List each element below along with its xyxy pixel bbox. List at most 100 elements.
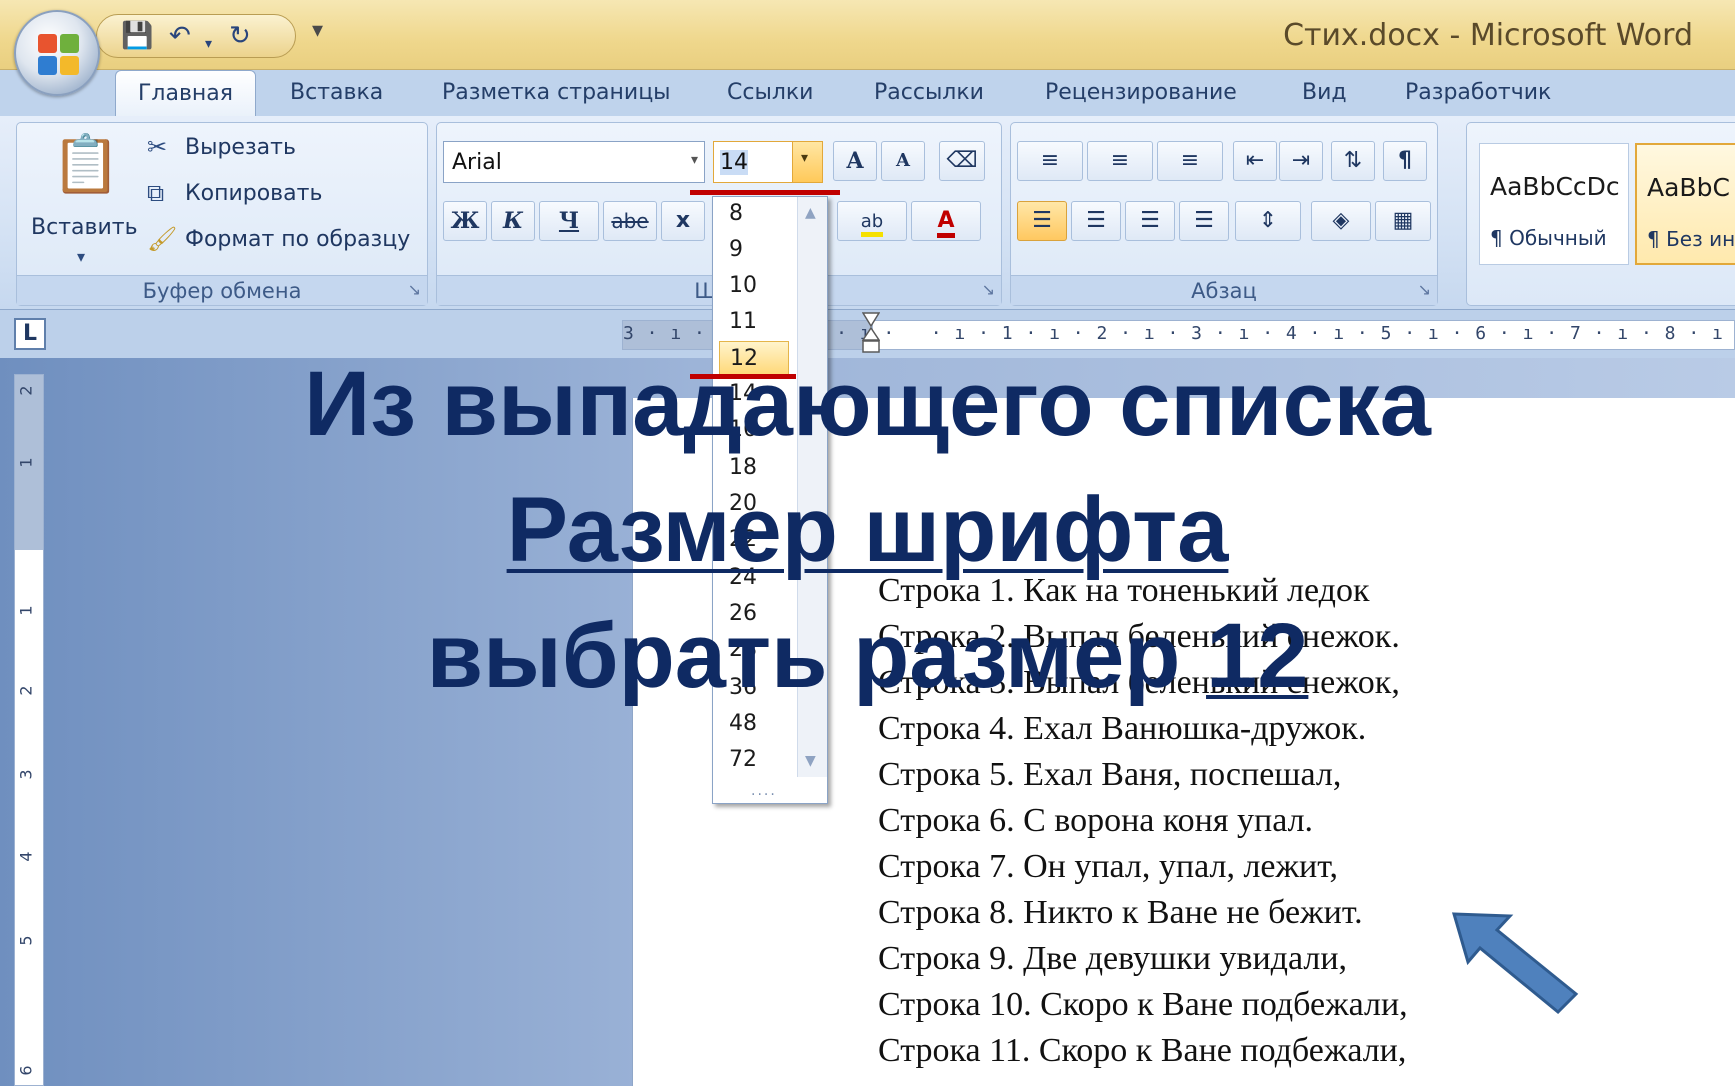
- justify-button[interactable]: ☰: [1179, 201, 1229, 241]
- increase-indent-button[interactable]: ⇥: [1279, 141, 1323, 181]
- cut-button[interactable]: Вырезать: [185, 135, 296, 160]
- font-size-option[interactable]: 48: [719, 707, 789, 741]
- doc-line: Строка 7. Он упал, упал, лежит,: [878, 848, 1338, 885]
- instruction-line-1: Из выпадающего списка: [304, 353, 1431, 455]
- dropdown-resize-grip[interactable]: ....: [751, 783, 777, 799]
- doc-line: Строка 4. Ехал Ванюшка-дружок.: [878, 710, 1367, 747]
- subscript-button[interactable]: x: [661, 201, 705, 241]
- doc-line: Строка 6. С ворона коня упал.: [878, 802, 1314, 839]
- font-size-option[interactable]: 72: [719, 743, 789, 777]
- shading-icon: ◈: [1332, 208, 1350, 233]
- font-color-icon: A: [937, 208, 955, 238]
- window-title: Стих.docx - Microsoft Word: [1283, 18, 1693, 53]
- font-size-option[interactable]: 11: [719, 305, 789, 339]
- vertical-ruler-mark: 4: [16, 851, 36, 862]
- copy-button[interactable]: Копировать: [185, 181, 322, 206]
- customize-icon[interactable]: ▾: [312, 18, 323, 43]
- chevron-up-icon[interactable]: ▲: [805, 205, 816, 221]
- shading-button[interactable]: ◈: [1311, 201, 1371, 241]
- align-center-icon: ☰: [1086, 208, 1106, 233]
- multilevel-list-button[interactable]: ≡: [1157, 141, 1223, 181]
- bullets-button[interactable]: ≡: [1017, 141, 1083, 181]
- highlight-icon: ab: [860, 211, 884, 237]
- instruction-line-3: выбрать размер 12: [0, 604, 1735, 709]
- borders-button[interactable]: ▦: [1375, 201, 1431, 241]
- font-launcher-icon[interactable]: ↘: [982, 280, 995, 299]
- paste-button[interactable]: Вставить: [31, 215, 138, 240]
- tab-selector-button[interactable]: L: [14, 318, 46, 350]
- font-color-button[interactable]: A: [911, 201, 981, 241]
- save-icon[interactable]: 💾: [121, 21, 153, 51]
- tab-page-layout[interactable]: Разметка страницы: [442, 80, 671, 105]
- instruction-line-3-prefix: выбрать размер: [426, 605, 1207, 707]
- tab-home[interactable]: Главная: [115, 70, 257, 120]
- strikethrough-button[interactable]: abe: [603, 201, 657, 241]
- vertical-ruler-mark: 3: [16, 769, 36, 780]
- shrink-font-button[interactable]: A: [881, 141, 925, 181]
- font-size-dropdown-button[interactable]: ▾: [792, 142, 822, 182]
- tab-view[interactable]: Вид: [1302, 80, 1347, 105]
- bullets-icon: ≡: [1040, 148, 1060, 173]
- style-no-spacing-preview: AaBbC: [1647, 173, 1730, 202]
- style-normal[interactable]: AaBbCcDc ¶ Обычный: [1479, 143, 1629, 265]
- title-bar: 💾 ↶ ▾ ↻ ▾ Стих.docx - Microsoft Word: [0, 0, 1735, 70]
- line-spacing-button[interactable]: ⇕: [1235, 201, 1301, 241]
- bold-button[interactable]: Ж: [443, 201, 487, 241]
- red-underline-size-field: [690, 190, 840, 195]
- chevron-down-icon: ▾: [801, 150, 809, 166]
- chevron-down-icon[interactable]: ▼: [805, 753, 816, 769]
- sort-button[interactable]: ⇅: [1331, 141, 1375, 181]
- instruction-line-2: Размер шрифта: [0, 478, 1735, 583]
- numbering-button[interactable]: ≡: [1087, 141, 1153, 181]
- font-size-option[interactable]: 9: [719, 233, 789, 267]
- format-painter-icon: 🖌: [147, 225, 178, 253]
- highlight-button[interactable]: ab: [837, 201, 907, 241]
- font-size-combo[interactable]: 14 ▾: [713, 141, 823, 183]
- paragraph-launcher-icon[interactable]: ↘: [1418, 280, 1431, 299]
- quick-access-toolbar: 💾 ↶ ▾ ↻: [96, 14, 296, 58]
- undo-dropdown-icon[interactable]: ▾: [205, 29, 212, 59]
- paragraph-group: ≡ ≡ ≡ ⇤ ⇥ ⇅ ¶ ☰ ☰ ☰ ☰ ⇕ ◈ ▦ Абзац ↘: [1010, 122, 1438, 306]
- font-name-dropdown-icon[interactable]: ▾: [691, 152, 698, 168]
- copy-icon: ⧉: [147, 179, 165, 207]
- undo-icon[interactable]: ↶: [169, 21, 191, 51]
- vertical-ruler-mark: 6: [16, 1065, 36, 1076]
- office-button[interactable]: [14, 10, 100, 96]
- align-right-button[interactable]: ☰: [1125, 201, 1175, 241]
- decrease-indent-button[interactable]: ⇤: [1233, 141, 1277, 181]
- tab-mailings[interactable]: Рассылки: [874, 80, 984, 105]
- clear-formatting-icon: ⌫: [946, 148, 978, 173]
- font-size-option[interactable]: 8: [719, 197, 789, 231]
- shrink-font-icon: A: [896, 150, 910, 171]
- underline-button[interactable]: Ч: [539, 201, 599, 241]
- arrow-pointer-icon: [1451, 912, 1579, 1015]
- align-center-button[interactable]: ☰: [1071, 201, 1121, 241]
- ribbon-tabs: Главная Вставка Разметка страницы Ссылки…: [0, 70, 1735, 120]
- paste-icon[interactable]: 📋: [51, 131, 121, 197]
- clipboard-launcher-icon[interactable]: ↘: [408, 280, 421, 299]
- clipboard-group-label: Буфер обмена: [17, 275, 427, 305]
- format-painter-button[interactable]: Формат по образцу: [185, 227, 410, 252]
- tab-references[interactable]: Ссылки: [727, 80, 813, 105]
- indent-marker-icon[interactable]: [862, 312, 880, 354]
- grow-font-button[interactable]: A: [833, 141, 877, 181]
- redo-icon[interactable]: ↻: [229, 21, 251, 51]
- align-left-button[interactable]: ☰: [1017, 201, 1067, 241]
- tab-review[interactable]: Рецензирование: [1045, 80, 1237, 105]
- style-normal-name: ¶ Обычный: [1490, 226, 1607, 250]
- decrease-indent-icon: ⇤: [1245, 148, 1265, 173]
- doc-line: Строка 10. Скоро к Ване подбежали,: [878, 986, 1408, 1023]
- clear-formatting-button[interactable]: ⌫: [939, 141, 985, 181]
- font-name-combo[interactable]: Arial ▾: [443, 141, 705, 183]
- numbering-icon: ≡: [1110, 148, 1130, 173]
- doc-line: Строка 8. Никто к Ване не бежит.: [878, 894, 1363, 931]
- cut-icon: ✂: [147, 133, 168, 161]
- tab-developer[interactable]: Разработчик: [1405, 80, 1551, 105]
- font-size-option[interactable]: 10: [719, 269, 789, 303]
- tab-insert[interactable]: Вставка: [290, 80, 383, 105]
- italic-button[interactable]: К: [491, 201, 535, 241]
- doc-line: Строка 11. Скоро к Ване подбежали,: [878, 1032, 1407, 1069]
- show-formatting-button[interactable]: ¶: [1383, 141, 1427, 181]
- paste-dropdown-icon[interactable]: ▾: [77, 247, 85, 266]
- style-no-spacing[interactable]: AaBbC ¶ Без ин: [1635, 143, 1735, 265]
